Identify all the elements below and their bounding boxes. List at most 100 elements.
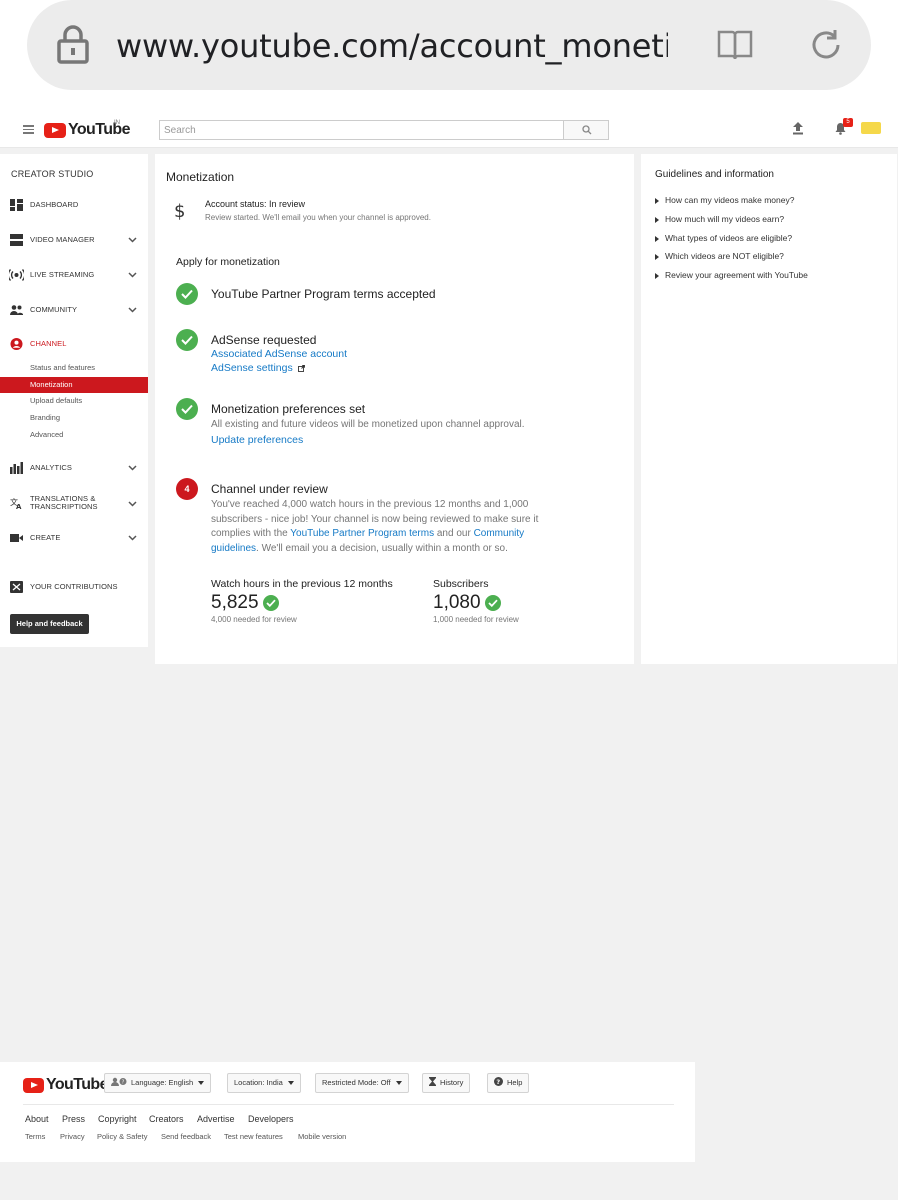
footer-divider xyxy=(23,1104,674,1105)
stat-label: Watch hours in the previous 12 months xyxy=(211,578,393,590)
menu-icon[interactable] xyxy=(23,125,34,134)
play-logo-icon xyxy=(44,122,66,138)
search-button[interactable] xyxy=(563,120,609,140)
apply-section-title: Apply for monetization xyxy=(176,256,280,268)
subscribers-stat: Subscribers 1,080 1,000 needed for revie… xyxy=(433,578,519,624)
footer-link-terms[interactable]: Terms xyxy=(25,1132,45,1141)
guideline-label: Review your agreement with YouTube xyxy=(665,270,808,280)
step-heading: YouTube Partner Program terms accepted xyxy=(211,287,436,301)
notification-count-badge: 5 xyxy=(843,118,853,127)
partner-program-terms-link[interactable]: YouTube Partner Program terms xyxy=(290,528,434,539)
help-and-feedback-button[interactable]: Help and feedback xyxy=(10,614,89,634)
review-text-b: and our xyxy=(434,528,474,540)
footer-link-test-features[interactable]: Test new features xyxy=(224,1132,283,1141)
sidebar-item-channel[interactable]: CHANNEL xyxy=(0,335,148,353)
sidebar-subitem-label: Monetization xyxy=(30,380,73,389)
update-preferences-link[interactable]: Update preferences xyxy=(211,433,546,447)
guideline-link[interactable]: How can my videos make money? xyxy=(655,195,794,205)
check-circle-icon xyxy=(176,329,198,351)
footer-link-advertise[interactable]: Advertise xyxy=(197,1114,235,1124)
chevron-down-icon[interactable] xyxy=(128,235,137,244)
sidebar-item-label: CREATE xyxy=(30,533,61,542)
history-label: History xyxy=(440,1078,464,1087)
sidebar-item-community[interactable]: COMMUNITY xyxy=(0,301,148,319)
check-circle-icon xyxy=(176,398,198,420)
sidebar-item-create[interactable]: CREATE xyxy=(0,529,148,547)
stat-label: Subscribers xyxy=(433,578,489,590)
footer-link-mobile-version[interactable]: Mobile version xyxy=(298,1132,346,1141)
channel-account-icon xyxy=(10,338,23,350)
sidebar-item-label: LIVE STREAMING xyxy=(30,270,95,279)
sidebar-item-dashboard[interactable]: DASHBOARD xyxy=(0,196,148,214)
sidebar-subitem-advanced[interactable]: Advanced xyxy=(0,427,148,443)
sidebar-subitem-monetization[interactable]: Monetization xyxy=(0,377,148,393)
triangle-right-icon xyxy=(655,253,659,260)
footer-link-copyright[interactable]: Copyright xyxy=(98,1114,137,1124)
step-heading: Channel under review xyxy=(211,482,328,496)
footer-link-send-feedback[interactable]: Send feedback xyxy=(161,1132,211,1141)
stat-value-row: 1,080 xyxy=(433,592,519,614)
sidebar-subitem-label: Upload defaults xyxy=(30,396,83,405)
footer-link-privacy[interactable]: Privacy xyxy=(60,1132,85,1141)
sidebar-item-analytics[interactable]: ANALYTICS xyxy=(0,459,148,477)
url-text[interactable]: www.youtube.com/account_monetization xyxy=(116,24,668,68)
sidebar-item-translations[interactable]: 文A TRANSLATIONS & TRANSCRIPTIONS xyxy=(0,492,148,516)
adsense-settings-link[interactable]: AdSense settings xyxy=(211,361,546,375)
reader-mode-icon[interactable] xyxy=(716,28,754,62)
footer-youtube-logo[interactable]: YouTube xyxy=(23,1076,108,1094)
search-input[interactable]: Search xyxy=(159,120,564,140)
guideline-link[interactable]: Which videos are NOT eligible? xyxy=(655,251,784,261)
dollar-icon: $ xyxy=(174,201,186,222)
footer-link-developers[interactable]: Developers xyxy=(248,1114,294,1124)
footer-link-creators[interactable]: Creators xyxy=(149,1114,184,1124)
sidebar-item-label: VIDEO MANAGER xyxy=(30,235,95,244)
footer-link-policy-safety[interactable]: Policy & Safety xyxy=(97,1132,147,1141)
guidelines-title: Guidelines and information xyxy=(655,169,774,180)
location-button[interactable]: Location: India xyxy=(227,1073,301,1093)
footer-link-about[interactable]: About xyxy=(25,1114,49,1124)
chevron-down-icon[interactable] xyxy=(128,533,137,542)
youtube-header: YouTube IN Search xyxy=(0,112,898,148)
guideline-link[interactable]: What types of videos are eligible? xyxy=(655,233,792,243)
location-label: Location: India xyxy=(234,1078,283,1087)
reload-icon[interactable] xyxy=(808,27,844,63)
video-manager-icon xyxy=(10,234,23,246)
help-button[interactable]: ? Help xyxy=(487,1073,530,1093)
step-body: All existing and future videos will be m… xyxy=(211,418,546,447)
step-number-badge: 4 xyxy=(176,478,198,500)
chevron-down-icon[interactable] xyxy=(128,305,137,314)
sidebar-item-label: YOUR CONTRIBUTIONS xyxy=(30,582,118,591)
footer-link-press[interactable]: Press xyxy=(62,1114,85,1124)
upload-icon[interactable] xyxy=(792,121,804,135)
guideline-link[interactable]: How much will my videos earn? xyxy=(655,214,784,224)
page-footer: YouTube ? Language: English Location: Ind… xyxy=(0,1062,695,1162)
sidebar-item-live-streaming[interactable]: LIVE STREAMING xyxy=(0,266,148,284)
sidebar-subitem-branding[interactable]: Branding xyxy=(0,410,148,426)
chevron-down-icon[interactable] xyxy=(128,463,137,472)
chevron-down-icon[interactable] xyxy=(128,499,137,508)
sidebar-item-your-contributions[interactable]: YOUR CONTRIBUTIONS xyxy=(0,578,148,596)
associated-adsense-link[interactable]: Associated AdSense account xyxy=(211,347,546,361)
video-camera-icon xyxy=(10,534,23,542)
history-button[interactable]: History xyxy=(422,1073,471,1093)
sidebar-subitem-label: Status and features xyxy=(30,363,96,372)
language-button[interactable]: ? Language: English xyxy=(104,1073,212,1093)
triangle-right-icon xyxy=(655,272,659,279)
chevron-down-icon[interactable] xyxy=(128,270,137,279)
avatar[interactable] xyxy=(861,122,881,134)
triangle-right-icon xyxy=(655,197,659,204)
sidebar-subitem-status-features[interactable]: Status and features xyxy=(0,360,148,376)
stat-value: 5,825 xyxy=(211,592,259,613)
creator-studio-sidebar: CREATOR STUDIO DASHBOARD VIDEO MANAGER L… xyxy=(0,154,148,647)
sidebar-item-label: COMMUNITY xyxy=(30,305,78,314)
check-circle-icon xyxy=(176,283,198,305)
sidebar-subitem-upload-defaults[interactable]: Upload defaults xyxy=(0,393,148,409)
sidebar-item-video-manager[interactable]: VIDEO MANAGER xyxy=(0,231,148,249)
guideline-link[interactable]: Review your agreement with YouTube xyxy=(655,270,808,280)
help-label: Help xyxy=(507,1078,523,1087)
step-heading: Monetization preferences set xyxy=(211,402,366,416)
community-icon xyxy=(10,305,23,315)
monetization-card: Monetization $ Account status: In review… xyxy=(155,154,634,664)
restricted-mode-button[interactable]: Restricted Mode: Off xyxy=(315,1073,409,1093)
caret-down-icon xyxy=(198,1081,205,1086)
